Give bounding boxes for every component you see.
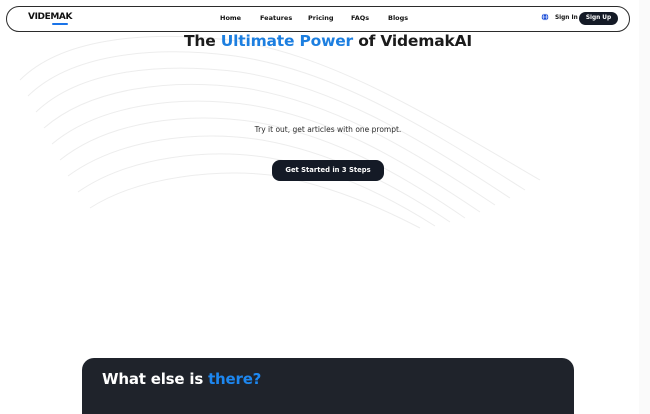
hero-title-accent: Ultimate Power bbox=[220, 32, 354, 50]
get-started-button[interactable]: Get Started in 3 Steps bbox=[272, 160, 384, 181]
section-title-prefix: What else is bbox=[102, 370, 209, 388]
nav-link-blogs[interactable]: Blogs bbox=[388, 14, 408, 22]
logo-underline bbox=[52, 23, 68, 25]
nav-link-pricing[interactable]: Pricing bbox=[308, 14, 334, 22]
nav-link-features[interactable]: Features bbox=[260, 14, 292, 22]
sign-in-link[interactable]: Sign In bbox=[555, 15, 578, 21]
logo-wordmark: VIDEMAK bbox=[28, 12, 73, 22]
page: VIDEMAK Home Features Pricing FAQs Blogs… bbox=[0, 0, 650, 414]
nav-link-home[interactable]: Home bbox=[220, 14, 241, 22]
section-title: What else is there? bbox=[102, 370, 261, 388]
features-section: What else is there? bbox=[82, 358, 574, 414]
hero-title-suffix: of VidemakAI bbox=[353, 32, 472, 50]
globe-icon[interactable] bbox=[541, 13, 549, 21]
top-navbar: VIDEMAK Home Features Pricing FAQs Blogs… bbox=[6, 6, 630, 32]
hero-title: The Ultimate Power of VidemakAI bbox=[0, 32, 650, 50]
hero-title-prefix: The bbox=[184, 32, 221, 50]
hero-subtitle: Try it out, get articles with one prompt… bbox=[254, 125, 402, 134]
sign-up-button[interactable]: Sign Up bbox=[579, 12, 618, 25]
section-title-accent: there? bbox=[208, 370, 262, 388]
nav-link-faqs[interactable]: FAQs bbox=[351, 14, 369, 22]
